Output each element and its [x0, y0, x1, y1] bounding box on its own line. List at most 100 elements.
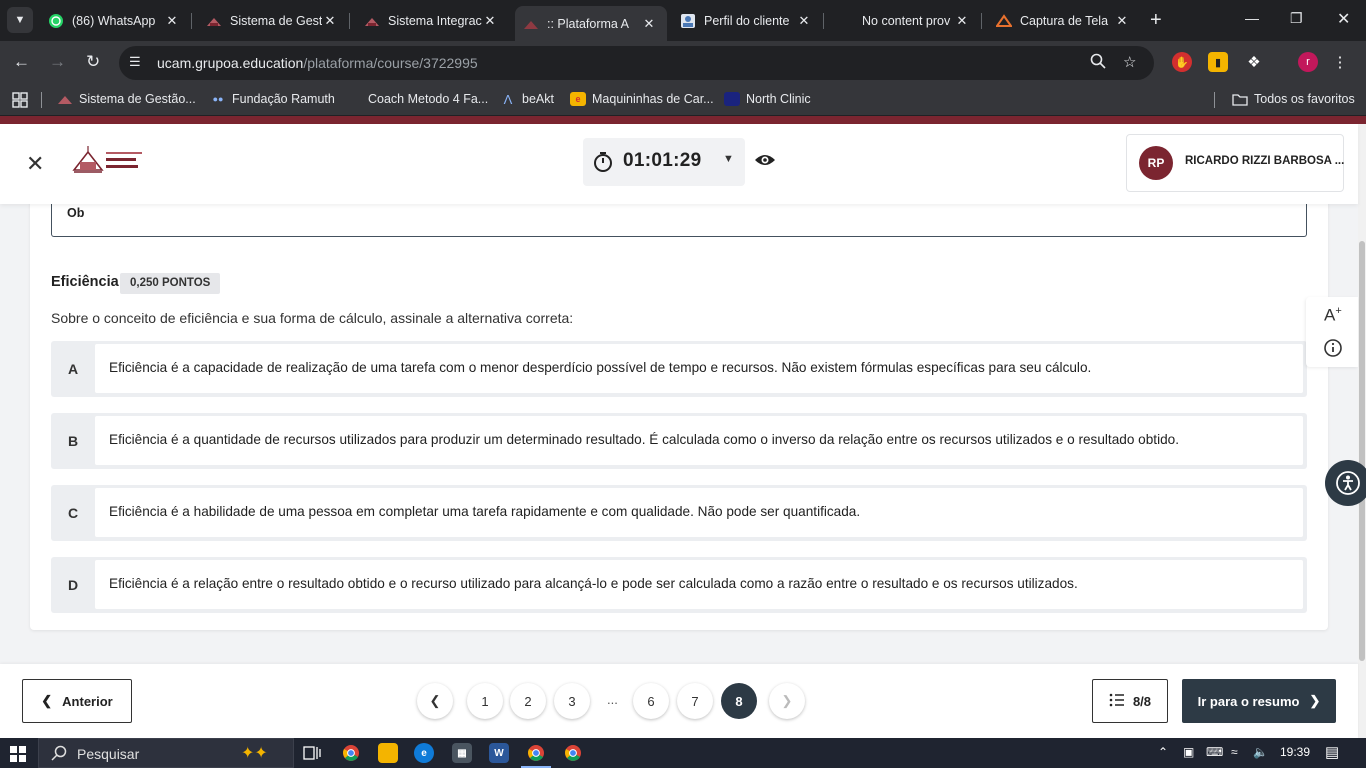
back-arrow-icon[interactable]: ←: [13, 52, 30, 72]
timer-dropdown[interactable]: 01:01:29 ▼: [583, 138, 745, 186]
chrome-profile-icon[interactable]: [563, 743, 583, 763]
close-tab-icon[interactable]: ✕: [322, 13, 338, 29]
eye-icon[interactable]: [754, 152, 776, 173]
chrome-active-icon[interactable]: [526, 743, 546, 763]
tab-divider: [349, 13, 350, 29]
bookmark-maquininhas[interactable]: e Maquininhas de Car...: [570, 92, 714, 106]
windows-start-icon[interactable]: [10, 746, 26, 767]
bookmark-sistema-gestao[interactable]: Sistema de Gestão...: [57, 92, 196, 106]
answer-option-c[interactable]: C Eficiência é a habilidade de uma pesso…: [51, 485, 1307, 541]
answer-option-b[interactable]: B Eficiência é a quantidade de recursos …: [51, 413, 1307, 469]
tab-captura-tela[interactable]: Captura de Tela ✕: [988, 6, 1140, 36]
calculator-icon[interactable]: ▦: [452, 743, 472, 763]
school-icon: [364, 13, 380, 29]
new-tab-icon[interactable]: +: [1150, 9, 1162, 32]
word-icon[interactable]: W: [489, 743, 509, 763]
option-body[interactable]: Eficiência é a habilidade de uma pessoa …: [95, 488, 1303, 537]
close-exam-icon[interactable]: ✕: [26, 151, 44, 177]
close-tab-icon[interactable]: ✕: [164, 13, 180, 29]
side-tools-panel: A+: [1306, 297, 1358, 367]
bookmark-fundacao-ramuth[interactable]: ●● Fundação Ramuth: [210, 92, 335, 106]
zoom-icon[interactable]: [1090, 53, 1106, 73]
profile-avatar-icon[interactable]: r: [1298, 52, 1318, 72]
edge-icon[interactable]: e: [414, 743, 434, 763]
tab-sistema-integrado[interactable]: Sistema Integrac ✕: [356, 6, 508, 36]
close-tab-icon[interactable]: ✕: [482, 13, 498, 29]
bookmark-star-icon[interactable]: ☆: [1123, 53, 1136, 71]
all-bookmarks-folder[interactable]: Todos os favoritos: [1232, 92, 1355, 106]
meet-now-icon[interactable]: ▣: [1183, 745, 1194, 759]
page-prev-arrow-icon[interactable]: ❮: [417, 683, 453, 719]
tab-whatsapp[interactable]: (86) WhatsApp ✕: [40, 6, 190, 36]
option-letter: D: [67, 577, 79, 593]
question-navigation-footer: ❮ Anterior ❮ 1 2 3 ... 6 7 8 ❯ 8/8 Ir pa…: [0, 664, 1358, 738]
forward-arrow-icon[interactable]: →: [49, 52, 66, 72]
tab-perfil-cliente[interactable]: Perfil do cliente ✕: [672, 6, 822, 36]
site-info-icon[interactable]: ☰: [129, 54, 141, 70]
question-list-button[interactable]: 8/8: [1092, 679, 1168, 723]
tab-search-chevron-icon[interactable]: ▼: [7, 7, 33, 33]
address-bar[interactable]: ☰ ucam.grupoa.education/plataforma/cours…: [119, 46, 1154, 80]
tray-chevron-up-icon[interactable]: ⌃: [1158, 745, 1168, 759]
option-body[interactable]: Eficiência é a quantidade de recursos ut…: [95, 416, 1303, 465]
option-body[interactable]: Eficiência é a capacidade de realização …: [95, 344, 1303, 393]
option-body[interactable]: Eficiência é a relação entre o resultado…: [95, 560, 1303, 609]
tab-title: Sistema de Gest: [230, 14, 322, 28]
option-letter: C: [67, 505, 79, 521]
close-tab-icon[interactable]: ✕: [641, 16, 657, 32]
close-tab-icon[interactable]: ✕: [796, 13, 812, 29]
tab-sistema-gestao[interactable]: Sistema de Gest ✕: [198, 6, 348, 36]
bookmark-coach-metodo[interactable]: Coach Metodo 4 Fa...: [346, 92, 488, 106]
page-next-arrow-icon[interactable]: ❯: [769, 683, 805, 719]
school-icon: [206, 13, 222, 29]
page-button-2[interactable]: 2: [510, 683, 546, 719]
close-window-icon[interactable]: ✕: [1337, 9, 1350, 29]
bookmark-label: Sistema de Gestão...: [79, 92, 196, 106]
wifi-icon[interactable]: ≈: [1231, 745, 1238, 759]
page-button-3[interactable]: 3: [554, 683, 590, 719]
capture-icon: [996, 13, 1012, 29]
page-button-8-current[interactable]: 8: [721, 683, 757, 719]
tab-plataforma-active[interactable]: :: Plataforma A ✕: [515, 6, 667, 41]
extensions-puzzle-icon[interactable]: ❖: [1244, 52, 1264, 72]
previous-button[interactable]: ❮ Anterior: [22, 679, 132, 723]
go-to-summary-button[interactable]: Ir para o resumo ❯: [1182, 679, 1336, 723]
user-menu[interactable]: RP RICARDO RIZZI BARBOSA ...: [1126, 134, 1344, 192]
minimize-icon[interactable]: —: [1245, 10, 1259, 26]
page-button-1[interactable]: 1: [467, 683, 503, 719]
info-icon[interactable]: [1324, 339, 1342, 362]
scrollbar-thumb[interactable]: [1359, 241, 1365, 661]
page-viewport: Ob Eficiência 0,250 PONTOS Sobre o conce…: [0, 116, 1366, 738]
volume-icon[interactable]: 🔈: [1253, 745, 1268, 759]
close-tab-icon[interactable]: ✕: [1114, 13, 1130, 29]
clock-time[interactable]: 19:39: [1280, 745, 1310, 759]
tab-title: Captura de Tela: [1020, 14, 1109, 28]
kebab-menu-icon[interactable]: ⋮: [1330, 52, 1350, 72]
font-size-increase-icon[interactable]: A+: [1324, 305, 1342, 326]
answer-option-a[interactable]: A Eficiência é a capacidade de realizaçã…: [51, 341, 1307, 397]
page-button-6[interactable]: 6: [633, 683, 669, 719]
restore-icon[interactable]: ❐: [1290, 10, 1303, 27]
option-letter: A: [67, 361, 79, 377]
extension-stop-icon[interactable]: ✋: [1172, 52, 1192, 72]
apps-grid-icon[interactable]: [12, 92, 28, 108]
page-button-7[interactable]: 7: [677, 683, 713, 719]
task-view-icon[interactable]: [302, 743, 322, 763]
close-tab-icon[interactable]: ✕: [954, 13, 970, 29]
bookmark-label: Coach Metodo 4 Fa...: [368, 92, 489, 106]
bookmark-beakt[interactable]: ΛbeAkt: [500, 92, 554, 107]
keyboard-language-icon[interactable]: ⌨: [1206, 745, 1223, 759]
answer-option-d[interactable]: D Eficiência é a relação entre o resulta…: [51, 557, 1307, 613]
bookmark-north-clinic[interactable]: North Clinic: [724, 92, 811, 106]
accessibility-icon[interactable]: [1325, 460, 1366, 506]
chrome-icon[interactable]: [341, 743, 361, 763]
browser-tab-strip: ▼ (86) WhatsApp ✕ Sistema de Gest ✕ Sist…: [0, 0, 1366, 41]
reload-icon[interactable]: ↻: [86, 52, 100, 72]
extension-note-icon[interactable]: ▮: [1208, 52, 1228, 72]
url-text[interactable]: ucam.grupoa.education/plataforma/course/…: [157, 55, 478, 71]
file-explorer-icon[interactable]: [378, 743, 398, 763]
taskbar-search[interactable]: Pesquisar ✦✦: [38, 738, 294, 768]
notifications-icon[interactable]: ▤: [1325, 743, 1339, 761]
tab-no-content[interactable]: No content prov ✕: [830, 6, 980, 36]
summary-label: Ir para o resumo: [1197, 693, 1300, 709]
